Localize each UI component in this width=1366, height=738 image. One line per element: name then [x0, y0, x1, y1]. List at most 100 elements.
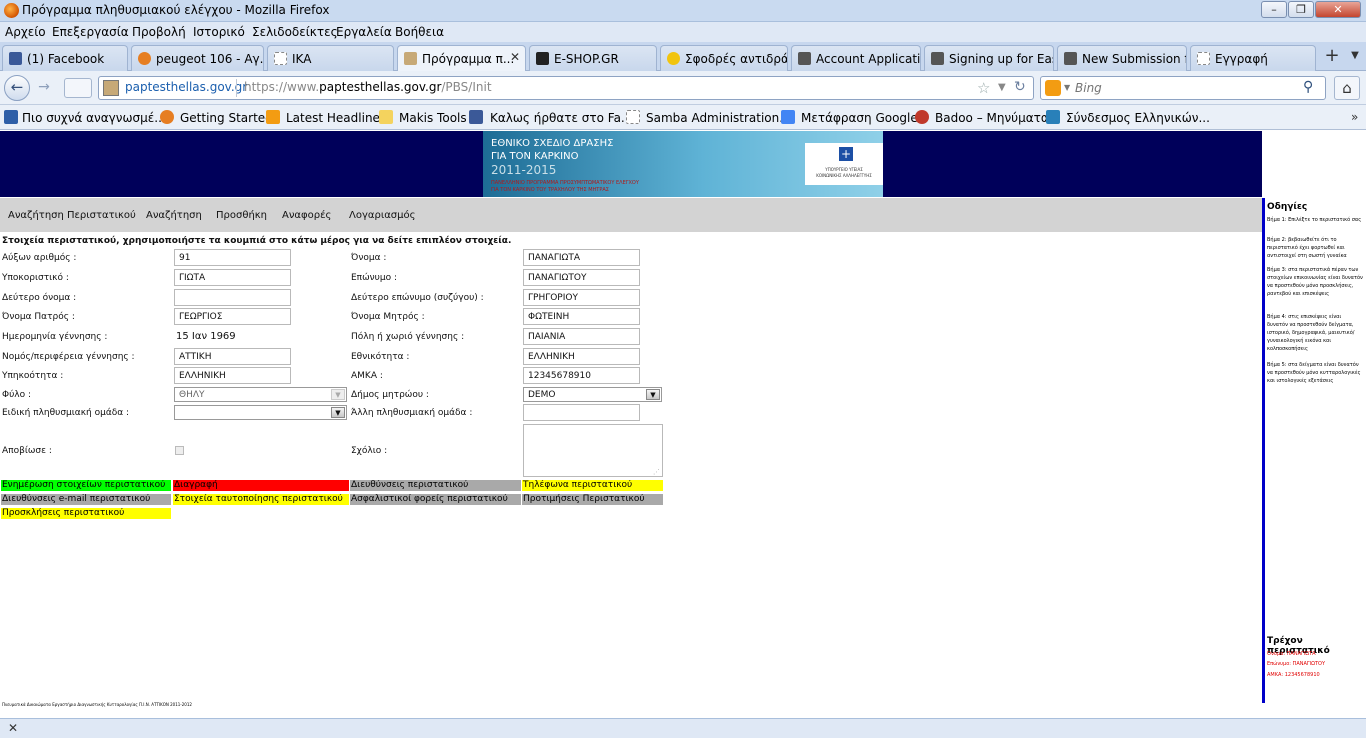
poli-field[interactable]: ΠΑΙΑΝΙΑ	[523, 328, 640, 345]
firefox-icon	[4, 3, 19, 18]
ethn-field[interactable]: ΕΛΛΗΝΙΚΗ	[523, 348, 640, 365]
bookmark-facebook[interactable]: Καλως ήρθατε στο Fa...	[490, 111, 632, 125]
menu-bar: Αρχείο Επεξεργασία Προβολή Ιστορικό Σελι…	[0, 22, 1366, 42]
amka-field[interactable]: 12345678910	[523, 367, 640, 384]
status-bar: ✕	[0, 718, 1366, 738]
bookmark-google-translate[interactable]: Μετάφραση Google	[801, 111, 918, 125]
tab-facebook[interactable]: (1) Facebook	[2, 45, 128, 71]
reload-icon[interactable]: ↻	[1014, 79, 1026, 95]
minimize-button[interactable]: –	[1261, 1, 1287, 18]
close-tab-icon[interactable]: ✕	[510, 50, 520, 64]
birth-label: Ημερομηνία γέννησης :	[2, 332, 108, 342]
bookmark-latest-headlines[interactable]: Latest Headlines	[286, 111, 386, 125]
new-tab-icon[interactable]: +	[1322, 46, 1342, 68]
fylo-select[interactable]: ΘΗΛΥ ▼	[174, 387, 347, 402]
menu-view[interactable]: Προβολή	[132, 25, 186, 39]
dimos-select[interactable]: DEMO ▼	[523, 387, 662, 402]
bookmark-badoo[interactable]: Badoo – Μηνύματα	[935, 111, 1049, 125]
menu-tools[interactable]: Εργαλεία	[336, 25, 392, 39]
tab-ika[interactable]: IKA	[267, 45, 394, 71]
alli-field[interactable]	[523, 404, 640, 421]
tab-eshop[interactable]: E-SHOP.GR	[529, 45, 657, 71]
menu-help[interactable]: Βοήθεια	[395, 25, 444, 39]
hypo-field[interactable]: ΓΙΩΤΑ	[174, 269, 291, 286]
star-icon[interactable]: ☆	[977, 79, 990, 97]
bookmark-getting-started[interactable]: Getting Started	[180, 111, 273, 125]
nav-add[interactable]: Προσθήκη	[216, 210, 267, 221]
close-window-button[interactable]: ✕	[1315, 1, 1361, 18]
addresses-button[interactable]: Διευθύνσεις περιστατικού	[350, 480, 521, 491]
sxolio-textarea[interactable]: ⋰	[523, 424, 663, 477]
bookmark-syndesmos[interactable]: Σύνδεσμος Ελληνικών...	[1066, 111, 1210, 125]
bookmark-samba[interactable]: Samba Administration...	[646, 111, 791, 125]
tab-peugeot[interactable]: peugeot 106 - Αγ...	[131, 45, 264, 71]
pat-field[interactable]: ΓΕΩΡΓΙΟΣ	[174, 308, 291, 325]
search-bar[interactable]: ▼ ⚲	[1040, 76, 1326, 100]
tab-sfodres[interactable]: Σφοδρές αντιδρά...	[660, 45, 788, 71]
apobiose-checkbox[interactable]	[175, 446, 184, 455]
forward-icon[interactable]: →	[33, 79, 55, 97]
close-addon-bar-icon[interactable]: ✕	[8, 721, 18, 735]
phones-button[interactable]: Τηλέφωνα περιστατικού	[522, 480, 663, 491]
invitations-button[interactable]: Προσκλήσεις περιστατικού	[1, 508, 171, 519]
nav-reports[interactable]: Αναφορές	[282, 210, 331, 221]
site-identity-icon[interactable]	[103, 80, 119, 96]
dropdown-arrow-icon[interactable]: ▼	[331, 407, 345, 418]
search-icon[interactable]: ⚲	[1303, 79, 1313, 95]
tab-label: Signing up for Eas...	[949, 52, 1053, 66]
epon-field[interactable]: ΠΑΝΑΓΙΩΤΟΥ	[523, 269, 640, 286]
bing-icon[interactable]	[1045, 80, 1061, 96]
tab-new-submission[interactable]: New Submission f...	[1057, 45, 1187, 71]
bookmark-makis-tools[interactable]: Makis Tools	[399, 111, 467, 125]
preferences-button[interactable]: Προτιμήσεις Περιστατικού	[522, 494, 663, 505]
nav-search[interactable]: Αναζήτηση	[146, 210, 202, 221]
menu-history[interactable]: Ιστορικό	[193, 25, 245, 39]
menu-file[interactable]: Αρχείο	[5, 25, 46, 39]
onoma-field[interactable]: ΠΑΝΑΓΙΩΤΑ	[523, 249, 640, 266]
site-icon	[138, 52, 151, 65]
delete-button[interactable]: Διαγραφή	[173, 480, 349, 491]
identification-button[interactable]: Στοιχεία ταυτοποίησης περιστατικού	[173, 494, 349, 505]
home-icon[interactable]: ⌂	[1334, 76, 1360, 100]
menu-bookmarks[interactable]: Σελιδοδείκτες	[252, 25, 338, 39]
more-bookmarks-icon[interactable]: »	[1351, 110, 1358, 124]
list-tabs-icon[interactable]: ▼	[1348, 50, 1362, 64]
ypik-field[interactable]: ΕΛΛΗΝΙΚΗ	[174, 367, 291, 384]
insurance-button[interactable]: Ασφαλιστικοί φορείς περιστατικού	[350, 494, 521, 505]
dropdown-arrow-icon[interactable]: ▼	[646, 389, 660, 400]
ethn-label: Εθνικότητα :	[351, 352, 410, 362]
nav-account[interactable]: Λογαριασμός	[349, 210, 415, 221]
bookmarks-bar: Πιο συχνά αναγνωσμέ... Getting Started L…	[0, 105, 1366, 130]
tab-account-application[interactable]: Account Applicati...	[791, 45, 921, 71]
mit-field[interactable]: ΦΩΤΕΙΝΗ	[523, 308, 640, 325]
url-path: /PBS/Init	[441, 80, 492, 94]
url-text[interactable]: https://www.paptesthellas.gov.gr/PBS/Ini…	[244, 80, 492, 94]
tab-signing-up[interactable]: Signing up for Eas...	[924, 45, 1054, 71]
tab-programma[interactable]: Πρόγραμμα π... ✕	[397, 45, 526, 72]
maximize-button[interactable]: ❐	[1288, 1, 1314, 18]
nav-search-case[interactable]: Αναζήτηση Περιστατικού	[8, 210, 136, 221]
facebook-icon	[9, 52, 22, 65]
deutep-field[interactable]: ΓΡΗΓΟΡΙΟΥ	[523, 289, 640, 306]
navigation-bar: ← → paptesthellas.gov.gr https://www.pap…	[0, 71, 1366, 105]
deut-field[interactable]	[174, 289, 291, 306]
page-tools-icon[interactable]	[64, 78, 92, 98]
aa-field[interactable]: 91	[174, 249, 291, 266]
menu-edit[interactable]: Επεξεργασία	[52, 25, 129, 39]
url-bar[interactable]: paptesthellas.gov.gr https://www.paptest…	[98, 76, 1034, 100]
tab-eggrafi[interactable]: Εγγραφή	[1190, 45, 1316, 71]
search-input[interactable]	[1075, 79, 1295, 97]
site-identity-domain[interactable]: paptesthellas.gov.gr	[125, 80, 247, 94]
back-icon[interactable]: ←	[4, 75, 30, 101]
eidiki-select[interactable]: ▼	[174, 405, 347, 420]
dropdown-arrow-icon[interactable]: ▼	[331, 389, 345, 400]
email-addresses-button[interactable]: Διευθύνσεις e-mail περιστατικού	[1, 494, 171, 505]
nomos-field[interactable]: ΑΤΤΙΚΗ	[174, 348, 291, 365]
resize-grip-icon[interactable]: ⋰	[653, 468, 660, 476]
update-case-button[interactable]: Ενημέρωση στοιχείων περιστατικού	[1, 480, 171, 491]
url-dropdown-icon[interactable]: ▼	[998, 82, 1006, 93]
alli-label: Άλλη πληθυσμιακή ομάδα :	[351, 408, 473, 418]
bookmark-most-visited[interactable]: Πιο συχνά αναγνωσμέ...	[22, 111, 166, 125]
search-engine-dropdown-icon[interactable]: ▼	[1064, 83, 1070, 92]
tab-label: New Submission f...	[1082, 52, 1186, 66]
